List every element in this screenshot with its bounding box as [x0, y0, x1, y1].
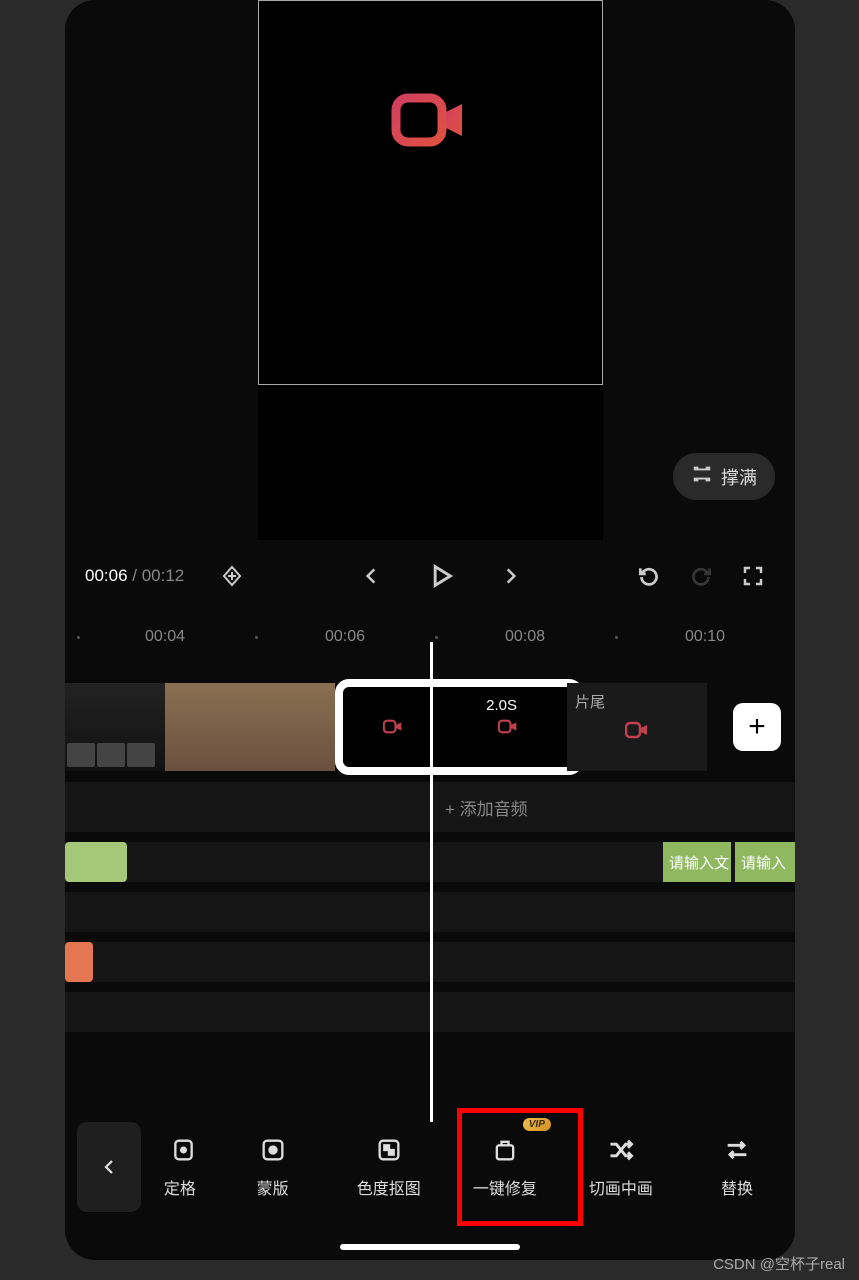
ruler-mark: 00:04: [145, 628, 185, 646]
ruler-mark: 00:08: [505, 628, 545, 646]
tool-label: 一键修复: [473, 1175, 537, 1199]
ruler-mark: 00:06: [325, 628, 365, 646]
repair-icon: [490, 1135, 520, 1165]
tool-repair[interactable]: VIP 一键修复: [447, 1122, 563, 1212]
tool-chroma[interactable]: 色度抠图: [331, 1122, 447, 1212]
tool-label: 定格: [164, 1175, 196, 1199]
end-clip-label: 片尾: [575, 691, 605, 712]
time-total: 00:12: [142, 566, 185, 585]
expand-icon: [691, 463, 713, 490]
add-clip-button[interactable]: +: [733, 703, 781, 751]
camera-icon: [383, 719, 403, 735]
vip-badge: VIP: [523, 1118, 551, 1131]
preview-area: 撑满: [65, 0, 795, 540]
video-frame-border: [258, 0, 603, 385]
shuffle-icon: [606, 1135, 636, 1165]
chroma-icon: [374, 1135, 404, 1165]
camera-icon: [390, 90, 470, 150]
tool-label: 切画中画: [589, 1175, 653, 1199]
track-block[interactable]: [65, 942, 93, 982]
video-canvas[interactable]: [258, 0, 603, 540]
clip-thumbnail[interactable]: [65, 683, 165, 771]
keyframe-button[interactable]: [210, 554, 254, 598]
camera-icon: [498, 719, 518, 735]
tool-freeze[interactable]: 定格: [145, 1122, 215, 1212]
add-audio-label[interactable]: + 添加音频: [445, 795, 528, 820]
tool-label: 色度抠图: [357, 1175, 421, 1199]
playback-controls: 00:06 / 00:12: [65, 540, 795, 612]
tool-pip[interactable]: 切画中画: [563, 1122, 679, 1212]
mask-icon: [258, 1135, 288, 1165]
selected-clip[interactable]: 2.0S: [335, 679, 583, 775]
time-display: 00:06 / 00:12: [85, 566, 184, 586]
timeline-area[interactable]: 2.0S 片尾 + + 添加音频 请输入文 请输入: [65, 682, 795, 1122]
back-button[interactable]: [77, 1122, 141, 1212]
clip-handle-left[interactable]: [349, 707, 353, 747]
clip-thumbnail[interactable]: [165, 683, 335, 771]
track-block[interactable]: [65, 842, 127, 882]
replace-icon: [722, 1135, 752, 1165]
fill-label: 撑满: [721, 464, 757, 490]
tool-label: 蒙版: [257, 1175, 289, 1199]
clip-duration: 2.0S: [486, 697, 517, 714]
text-block[interactable]: 请输入文: [663, 842, 731, 882]
tool-label: 替换: [721, 1175, 753, 1199]
prev-button[interactable]: [349, 554, 393, 598]
time-current: 00:06: [85, 566, 128, 585]
text-block[interactable]: 请输入: [735, 842, 795, 882]
playhead[interactable]: [430, 642, 433, 1122]
tool-replace[interactable]: 替换: [679, 1122, 795, 1212]
play-button[interactable]: [419, 554, 463, 598]
fill-button[interactable]: 撑满: [673, 453, 775, 500]
ruler-mark: 00:10: [685, 628, 725, 646]
watermark: CSDN @空杯子real: [713, 1253, 845, 1274]
undo-button[interactable]: [627, 554, 671, 598]
bottom-toolbar: 定格 蒙版 色度抠图 VIP 一键修复 切画中画 替换: [65, 1112, 795, 1222]
home-indicator[interactable]: [340, 1244, 520, 1250]
end-clip[interactable]: 片尾: [567, 683, 707, 771]
next-button[interactable]: [489, 554, 533, 598]
app-frame: 撑满 00:06 / 00:12 00:04 00:06 00:08 00:10: [65, 0, 795, 1260]
redo-button[interactable]: [679, 554, 723, 598]
freeze-icon: [165, 1135, 195, 1165]
tool-mask[interactable]: 蒙版: [215, 1122, 331, 1212]
fullscreen-button[interactable]: [731, 554, 775, 598]
